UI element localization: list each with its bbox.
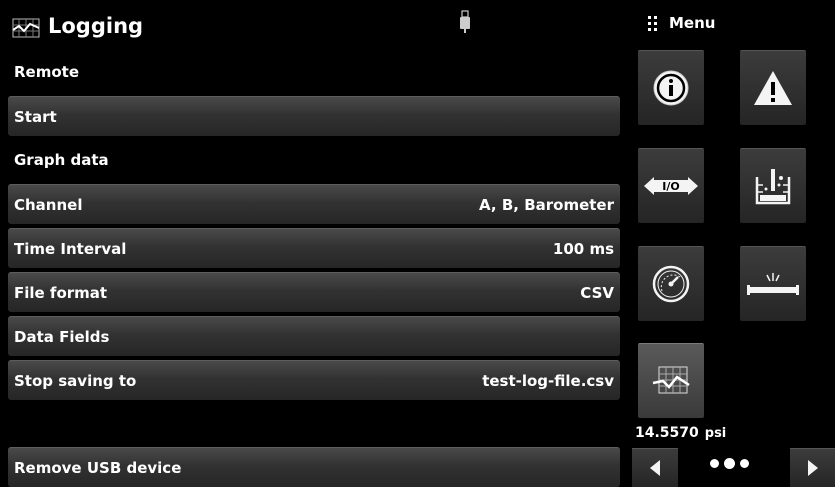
grip-icon	[648, 15, 657, 31]
info-button[interactable]	[638, 50, 704, 125]
menu-header[interactable]: Menu	[648, 14, 715, 32]
page-dot	[710, 459, 719, 468]
usb-icon	[460, 10, 470, 33]
row-label: Data Fields	[14, 327, 110, 346]
row-graph-data: Graph data	[8, 140, 620, 180]
row-label: Start	[14, 107, 57, 126]
menu-panel: Menu I/O 14.5570 psi	[630, 0, 835, 487]
row-label: Channel	[14, 195, 83, 214]
row-label: File format	[14, 283, 108, 302]
chevron-right-icon	[808, 460, 818, 476]
page-dot	[740, 459, 749, 468]
lab-icon	[755, 169, 791, 205]
io-icon: I/O	[644, 177, 698, 195]
pressure-value: 14.5570	[635, 425, 699, 441]
row-empty	[8, 404, 620, 444]
file-format-value: CSV	[580, 283, 614, 302]
row-label: Time Interval	[14, 239, 127, 258]
page-dot-active	[724, 458, 735, 469]
log-file-name: test-log-file.csv	[482, 371, 614, 390]
page-indicator	[710, 458, 749, 469]
settings-panel: Logging Remote Start Graph data Channel …	[0, 0, 622, 487]
row-remote: Remote	[8, 52, 620, 92]
info-icon	[653, 70, 689, 106]
stop-saving-button[interactable]: Stop saving to test-log-file.csv	[8, 360, 620, 400]
pressure-readout: 14.5570 psi	[635, 425, 726, 441]
leak-icon	[747, 273, 799, 295]
alarm-button[interactable]	[740, 50, 806, 125]
io-button[interactable]: I/O	[638, 148, 704, 223]
time-interval-button[interactable]: Time Interval 100 ms	[8, 228, 620, 268]
row-label: Remote	[14, 63, 80, 81]
logging-icon	[652, 366, 690, 394]
logging-button[interactable]	[638, 343, 704, 418]
leak-test-button[interactable]	[740, 246, 806, 321]
page-title: Logging	[48, 14, 144, 38]
chevron-left-icon	[650, 460, 660, 476]
logging-icon	[12, 18, 40, 38]
gauge-icon	[652, 265, 690, 303]
file-format-button[interactable]: File format CSV	[8, 272, 620, 312]
pressure-unit: psi	[704, 426, 727, 441]
data-fields-button[interactable]: Data Fields	[8, 316, 620, 356]
row-label: Graph data	[14, 151, 109, 169]
title-bar: Logging	[0, 0, 622, 55]
lab-button[interactable]	[740, 148, 806, 223]
page-next-button[interactable]	[790, 448, 835, 487]
warning-icon	[754, 71, 792, 105]
svg-text:I/O: I/O	[662, 180, 679, 193]
channel-button[interactable]: Channel A, B, Barometer	[8, 184, 620, 224]
remove-usb-button[interactable]: Remove USB device	[8, 447, 620, 487]
time-interval-value: 100 ms	[552, 239, 614, 258]
page-prev-button[interactable]	[632, 448, 678, 487]
row-label: Stop saving to	[14, 371, 137, 390]
start-button[interactable]: Start	[8, 96, 620, 136]
channel-value: A, B, Barometer	[479, 195, 614, 214]
row-label: Remove USB device	[14, 458, 182, 477]
menu-title: Menu	[669, 14, 716, 32]
gauge-button[interactable]	[638, 246, 704, 321]
